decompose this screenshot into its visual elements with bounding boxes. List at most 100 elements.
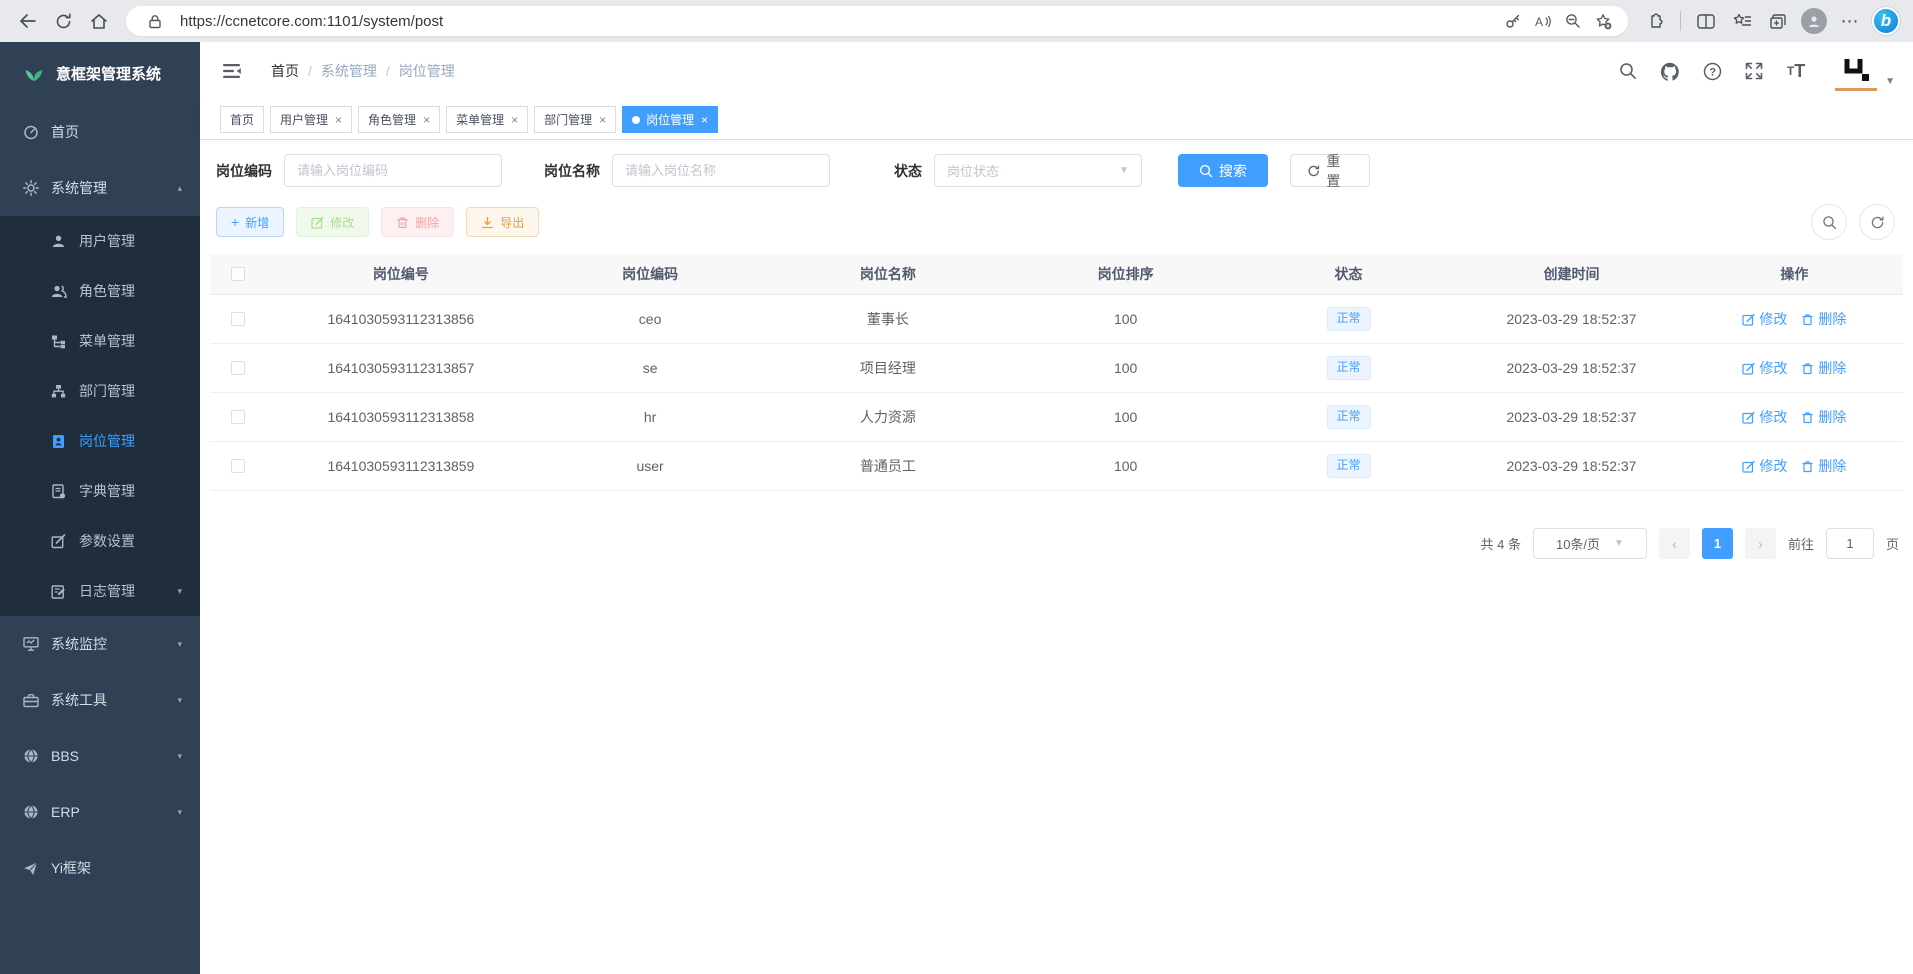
- sidebar-toggle-icon[interactable]: [215, 54, 249, 88]
- browser-home-button[interactable]: [82, 4, 116, 38]
- sidebar-item-bbs[interactable]: BBS ▾: [0, 728, 200, 784]
- search-button[interactable]: 搜索: [1178, 154, 1268, 187]
- edit-icon: [1742, 362, 1755, 375]
- sidebar-item-log-manage[interactable]: 日志管理 ▾: [0, 566, 200, 616]
- read-aloud-icon[interactable]: A: [1528, 7, 1558, 35]
- browser-back-button[interactable]: [10, 4, 44, 38]
- split-screen-icon[interactable]: [1689, 4, 1723, 38]
- post-code-input[interactable]: [284, 154, 502, 187]
- sidebar-item-system-monitor[interactable]: 系统监控 ▾: [0, 616, 200, 672]
- favorites-bar-icon[interactable]: [1725, 4, 1759, 38]
- breadcrumb-home[interactable]: 首页: [271, 61, 299, 81]
- zoom-out-icon[interactable]: [1558, 7, 1588, 35]
- cell-post-code: se: [536, 360, 765, 376]
- row-edit-link[interactable]: 修改: [1742, 358, 1787, 378]
- tab-label: 部门管理: [544, 111, 592, 128]
- active-dot-icon: [632, 116, 640, 124]
- delete-button[interactable]: 删除: [381, 207, 454, 237]
- column-header: 岗位编号: [266, 264, 536, 284]
- password-key-icon[interactable]: [1498, 7, 1528, 35]
- page-size-select[interactable]: 10条/页 ▼: [1533, 528, 1647, 559]
- sidebar-item-label: 用户管理: [79, 231, 135, 251]
- row-edit-link[interactable]: 修改: [1742, 309, 1787, 329]
- bing-chat-icon[interactable]: b: [1869, 4, 1903, 38]
- close-icon[interactable]: ×: [511, 113, 518, 127]
- tab-dept-manage[interactable]: 部门管理 ×: [534, 106, 616, 133]
- tab-home[interactable]: 首页: [220, 106, 264, 133]
- browser-settings-menu-icon[interactable]: ⋯: [1833, 4, 1867, 38]
- status-select[interactable]: 岗位状态 ▼: [934, 154, 1142, 187]
- browser-refresh-button[interactable]: [46, 4, 80, 38]
- sidebar-item-system-tools[interactable]: 系统工具 ▾: [0, 672, 200, 728]
- row-checkbox[interactable]: [231, 459, 245, 473]
- export-button[interactable]: 导出: [466, 207, 539, 237]
- chevron-down-icon: ▾: [177, 751, 182, 762]
- table-row: 1641030593112313856 ceo 董事长 100 正常 2023-…: [210, 295, 1903, 344]
- user-avatar[interactable]: ▼: [1835, 51, 1895, 91]
- post-name-input[interactable]: [612, 154, 830, 187]
- reset-button[interactable]: 重置: [1290, 154, 1370, 187]
- github-icon[interactable]: [1657, 58, 1683, 84]
- cell-post-sort: 100: [1011, 458, 1240, 474]
- show-search-toggle-button[interactable]: [1811, 204, 1847, 240]
- fullscreen-icon[interactable]: [1741, 58, 1767, 84]
- select-all-checkbox[interactable]: [231, 267, 245, 281]
- tab-menu-manage[interactable]: 菜单管理 ×: [446, 106, 528, 133]
- sidebar-item-post-manage[interactable]: 岗位管理: [0, 416, 200, 466]
- sidebar-item-dept-manage[interactable]: 部门管理: [0, 366, 200, 416]
- next-page-button[interactable]: ›: [1745, 528, 1776, 559]
- chevron-down-icon: ▾: [177, 639, 182, 650]
- prev-page-button[interactable]: ‹: [1659, 528, 1690, 559]
- row-checkbox[interactable]: [231, 361, 245, 375]
- table-toolbar: + 新增 修改 删除 导出: [210, 204, 1903, 240]
- goto-label: 前往: [1788, 534, 1814, 553]
- edit-icon: [1742, 411, 1755, 424]
- sidebar-item-label: Yi框架: [51, 858, 91, 878]
- tab-post-manage[interactable]: 岗位管理 ×: [622, 106, 718, 133]
- sidebar-item-user-manage[interactable]: 用户管理: [0, 216, 200, 266]
- extensions-icon[interactable]: [1638, 4, 1672, 38]
- page-number-1[interactable]: 1: [1702, 528, 1733, 559]
- font-size-icon[interactable]: TT: [1783, 58, 1809, 84]
- tab-user-manage[interactable]: 用户管理 ×: [270, 106, 352, 133]
- close-icon[interactable]: ×: [701, 113, 708, 127]
- sidebar-item-menu-manage[interactable]: 菜单管理: [0, 316, 200, 366]
- modify-button[interactable]: 修改: [296, 207, 369, 237]
- row-delete-link[interactable]: 删除: [1801, 456, 1846, 476]
- sidebar-item-role-manage[interactable]: 角色管理: [0, 266, 200, 316]
- refresh-table-button[interactable]: [1859, 204, 1895, 240]
- add-button[interactable]: + 新增: [216, 207, 284, 237]
- add-favorite-star-icon[interactable]: [1588, 7, 1618, 35]
- row-delete-link[interactable]: 删除: [1801, 309, 1846, 329]
- row-checkbox[interactable]: [231, 312, 245, 326]
- goto-page-input[interactable]: [1826, 528, 1874, 559]
- sidebar-item-dict-manage[interactable]: 字典管理: [0, 466, 200, 516]
- sidebar-item-yi-framework[interactable]: Yi框架: [0, 840, 200, 896]
- sidebar-item-erp[interactable]: ERP ▾: [0, 784, 200, 840]
- collections-icon[interactable]: [1761, 4, 1795, 38]
- close-icon[interactable]: ×: [599, 113, 606, 127]
- status-select-placeholder: 岗位状态: [947, 161, 999, 180]
- search-icon[interactable]: [1615, 58, 1641, 84]
- column-header: 岗位编码: [536, 264, 765, 284]
- toolbox-icon: [22, 693, 39, 708]
- row-checkbox[interactable]: [231, 410, 245, 424]
- cell-post-sort: 100: [1011, 360, 1240, 376]
- cell-created-time: 2023-03-29 18:52:37: [1457, 360, 1686, 376]
- tab-role-manage[interactable]: 角色管理 ×: [358, 106, 440, 133]
- close-icon[interactable]: ×: [423, 113, 430, 127]
- sidebar-item-home[interactable]: 首页: [0, 104, 200, 160]
- refresh-icon: [1307, 164, 1320, 178]
- row-delete-link[interactable]: 删除: [1801, 358, 1846, 378]
- help-icon[interactable]: ?: [1699, 58, 1725, 84]
- row-edit-link[interactable]: 修改: [1742, 456, 1787, 476]
- row-edit-link[interactable]: 修改: [1742, 407, 1787, 427]
- browser-profile-avatar[interactable]: [1797, 4, 1831, 38]
- close-icon[interactable]: ×: [335, 113, 342, 127]
- sidebar-item-param-settings[interactable]: 参数设置: [0, 516, 200, 566]
- row-delete-link[interactable]: 删除: [1801, 407, 1846, 427]
- breadcrumb-section[interactable]: 系统管理: [321, 61, 377, 81]
- navbar-actions: ? TT ▼: [1615, 51, 1895, 91]
- address-bar[interactable]: https://ccnetcore.com:1101/system/post A: [126, 6, 1628, 36]
- sidebar-item-system-manage[interactable]: 系统管理 ▴: [0, 160, 200, 216]
